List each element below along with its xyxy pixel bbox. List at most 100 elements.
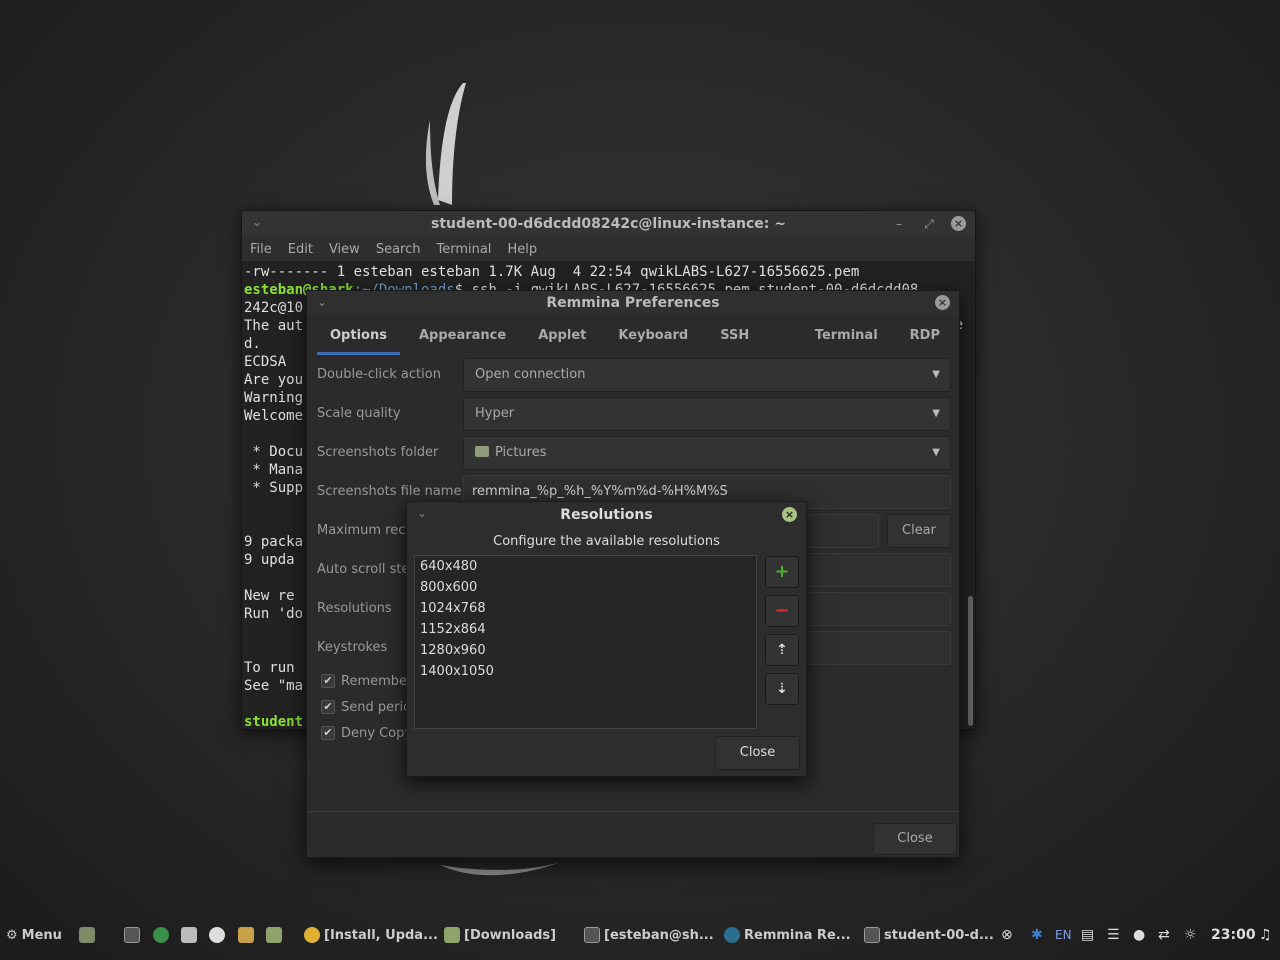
list-item[interactable]: 640x480 (415, 556, 756, 577)
taskbar-window-downloads[interactable]: [Downloads] (444, 910, 556, 960)
move-down-button[interactable]: ⇣ (765, 673, 799, 705)
terminal-menubar: File Edit View Search Terminal Help (242, 237, 975, 261)
sound-icon[interactable]: ♫ (1259, 910, 1272, 960)
clock[interactable]: 23:00 (1211, 910, 1256, 960)
maximize-icon[interactable]: ⤢ (921, 216, 937, 232)
window-label: [Install, Upda... (324, 927, 438, 943)
webcam-icon (209, 927, 225, 943)
prefs-title: Remmina Preferences (546, 295, 720, 311)
double-click-combo[interactable]: Open connection ▼ (463, 358, 951, 392)
arrow-down-icon: ⇣ (776, 681, 788, 697)
user-icon[interactable]: ● (1133, 910, 1145, 960)
taskbar-window-chrome[interactable]: [Install, Upda... (304, 910, 438, 960)
remmina-icon (724, 927, 740, 943)
send-periodic-label: Send perio (341, 699, 412, 715)
prefs-close-button[interactable]: Close (873, 823, 957, 855)
window-label: student-00-d... (884, 927, 994, 943)
window-menu-icon[interactable]: ⌄ (252, 215, 262, 229)
list-item[interactable]: 1400x1050 (415, 661, 756, 682)
double-click-label: Double-click action (317, 367, 441, 382)
menu-label: Menu (21, 927, 62, 943)
menu-file[interactable]: File (250, 242, 272, 257)
prefs-footer: Close (307, 811, 959, 857)
screenshots-folder-value: Pictures (495, 445, 547, 460)
show-desktop-button[interactable] (79, 910, 99, 960)
taskbar-window-remmina[interactable]: Remmina Re... (724, 910, 851, 960)
launcher-music[interactable] (238, 910, 258, 960)
folder-icon (266, 927, 282, 943)
menu-edit[interactable]: Edit (288, 242, 313, 257)
terminal-line: -rw------- 1 esteban esteban 1.7K Aug 4 … (244, 264, 860, 280)
brightness-icon[interactable]: ☼ (1184, 910, 1197, 960)
remember-checkbox-row[interactable]: ✔ Remember (321, 671, 412, 691)
resolutions-list[interactable]: 640x480 800x600 1024x768 1152x864 1280x9… (414, 555, 757, 729)
list-item[interactable]: 1024x768 (415, 598, 756, 619)
network-icon[interactable]: ⇄ (1158, 910, 1170, 960)
send-periodic-checkbox[interactable]: ✔ (321, 700, 335, 714)
deny-copy-checkbox-row[interactable]: ✔ Deny Copy (321, 723, 412, 743)
clear-button[interactable]: Clear (887, 514, 951, 548)
window-label: [esteban@sh... (604, 927, 714, 943)
terminal-scrollbar[interactable] (968, 596, 973, 726)
terminal-icon (584, 927, 600, 943)
screenshots-filename-label: Screenshots file name (317, 484, 462, 499)
close-icon[interactable]: × (935, 295, 950, 310)
gear-icon: ⚙ (6, 927, 18, 943)
bluetooth-icon[interactable]: ✱ (1031, 910, 1043, 960)
list-item[interactable]: 1152x864 (415, 619, 756, 640)
menu-help[interactable]: Help (507, 242, 537, 257)
window-menu-icon[interactable]: ⌄ (417, 506, 427, 520)
list-item[interactable]: 800x600 (415, 577, 756, 598)
taskbar-window-ssh[interactable]: student-00-d... (864, 910, 994, 960)
minimize-icon[interactable]: – (891, 216, 907, 232)
double-click-row: Double-click action Open connection ▼ (317, 358, 951, 392)
terminal-titlebar[interactable]: ⌄ student-00-d6dcdd08242c@linux-instance… (242, 211, 975, 237)
move-up-button[interactable]: ⇡ (765, 634, 799, 666)
folder-icon (475, 446, 489, 457)
deny-copy-checkbox[interactable]: ✔ (321, 726, 335, 740)
dropdown-arrow-icon: ▼ (932, 408, 940, 419)
tab-appearance[interactable]: Appearance (406, 319, 519, 355)
close-icon[interactable]: × (951, 216, 966, 231)
keyboard-layout-indicator[interactable]: EN (1055, 910, 1072, 960)
resolutions-close-button[interactable]: Close (715, 736, 800, 770)
menu-button[interactable]: ⚙ Menu (6, 910, 62, 960)
resolutions-titlebar[interactable]: ⌄ Resolutions × (407, 502, 806, 528)
remove-resolution-button[interactable]: − (765, 595, 799, 627)
add-resolution-button[interactable]: + (765, 556, 799, 588)
launcher-browser[interactable] (153, 910, 173, 960)
resolutions-dialog[interactable]: ⌄ Resolutions × Configure the available … (406, 501, 807, 777)
list-item[interactable]: 1280x960 (415, 640, 756, 661)
tab-rdp[interactable]: RDP (897, 319, 953, 355)
launcher-screenshot[interactable] (181, 910, 201, 960)
tab-keyboard[interactable]: Keyboard (605, 319, 701, 355)
send-periodic-checkbox-row[interactable]: ✔ Send perio (321, 697, 411, 717)
launcher-webcam[interactable] (209, 910, 229, 960)
screenshots-folder-combo[interactable]: Pictures ▼ (463, 436, 951, 470)
menu-view[interactable]: View (329, 242, 360, 257)
launcher-files[interactable] (266, 910, 286, 960)
menu-terminal[interactable]: Terminal (436, 242, 491, 257)
remember-label: Remember (341, 673, 413, 689)
browser-icon (153, 927, 169, 943)
tab-terminal[interactable]: Terminal (802, 319, 891, 355)
close-icon[interactable]: × (782, 507, 797, 522)
clipboard-icon[interactable]: ▤ (1081, 910, 1094, 960)
terminal-icon (124, 927, 140, 943)
remember-checkbox[interactable]: ✔ (321, 674, 335, 688)
folder-icon (444, 927, 460, 943)
tab-ssh-options[interactable]: SSH Options (707, 319, 796, 377)
tab-options[interactable]: Options (317, 319, 400, 355)
launcher-terminal[interactable] (124, 910, 144, 960)
network-manager-icon[interactable]: ☰ (1107, 910, 1120, 960)
scale-quality-combo[interactable]: Hyper ▼ (463, 397, 951, 431)
remmina-tray-icon[interactable]: ⊗ (1001, 910, 1013, 960)
terminal-icon (864, 927, 880, 943)
window-menu-icon[interactable]: ⌄ (317, 295, 327, 309)
taskbar-window-terminal[interactable]: [esteban@sh... (584, 910, 714, 960)
menu-search[interactable]: Search (376, 242, 421, 257)
prefs-titlebar[interactable]: ⌄ Remmina Preferences × (307, 291, 959, 315)
chrome-icon (304, 927, 320, 943)
tab-applet[interactable]: Applet (525, 319, 599, 355)
window-label: [Downloads] (464, 927, 557, 943)
